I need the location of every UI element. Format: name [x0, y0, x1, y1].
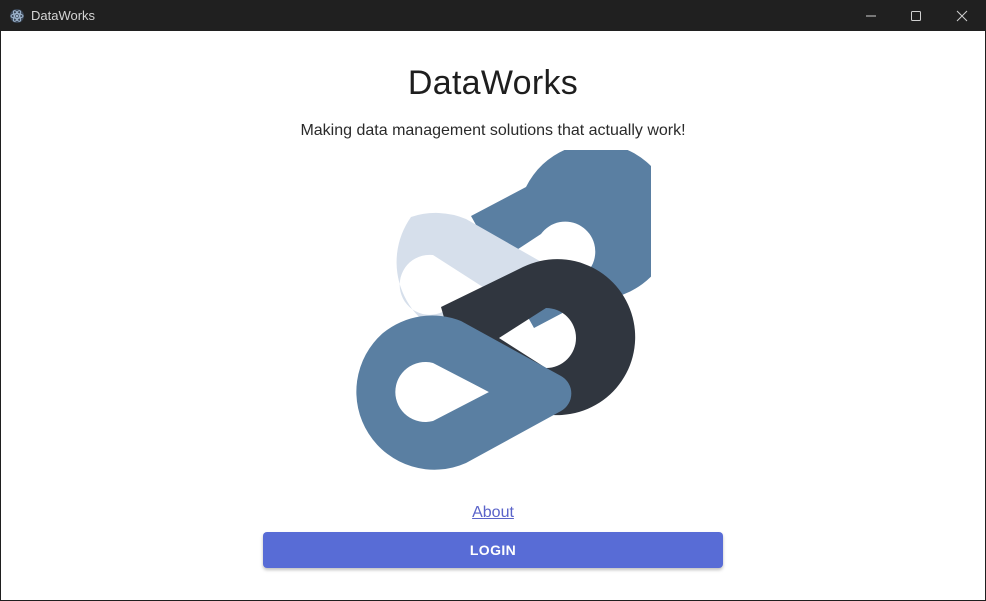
title-bar: DataWorks [0, 0, 986, 31]
minimize-button[interactable] [848, 0, 894, 31]
page-title: DataWorks [407, 64, 579, 102]
login-button[interactable]: LOGIN [263, 532, 723, 568]
about-link[interactable]: About [1, 504, 985, 522]
maximize-button[interactable] [893, 0, 939, 31]
window-title: DataWorks [31, 8, 96, 23]
tagline: Making data management solutions that ac… [300, 122, 686, 139]
minimize-icon [865, 10, 877, 22]
app-logo-icon [9, 8, 25, 24]
close-icon [956, 10, 968, 22]
close-button[interactable] [939, 0, 985, 31]
maximize-icon [910, 10, 922, 22]
main-content: DataWorks Making data management solutio… [1, 31, 985, 600]
dataworks-logo [356, 150, 651, 470]
logo-loop-bottom [356, 315, 572, 470]
